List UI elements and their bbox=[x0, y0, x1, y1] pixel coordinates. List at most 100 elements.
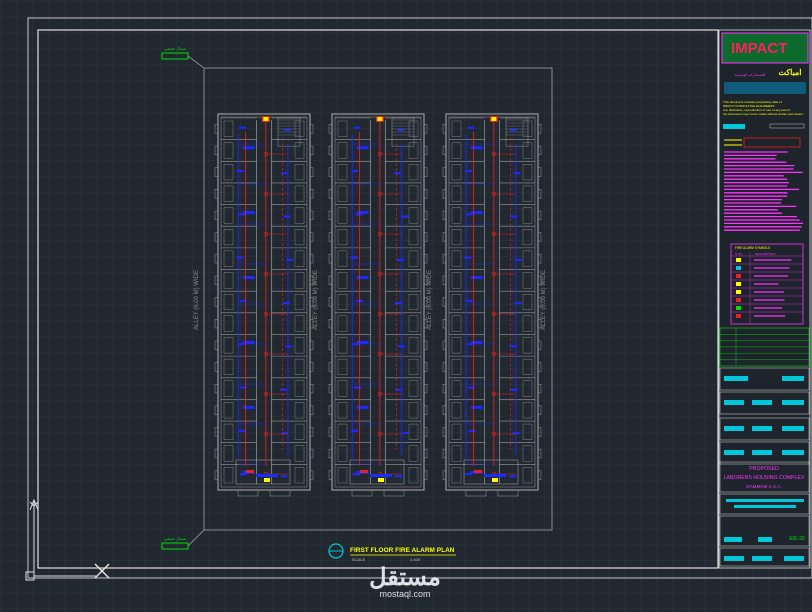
alarm-device bbox=[356, 211, 369, 215]
alarm-device bbox=[242, 276, 255, 280]
alarm-device bbox=[468, 429, 476, 432]
alarm-device bbox=[242, 405, 255, 409]
legend-symbol bbox=[736, 290, 741, 294]
drawing-title-field bbox=[726, 499, 804, 502]
bottom-device bbox=[484, 474, 506, 477]
alarm-device bbox=[510, 128, 518, 132]
plan-title: FIRST FLOOR FIRE ALARM PLAN bbox=[350, 547, 455, 554]
alarm-device bbox=[397, 128, 405, 132]
alarm-device bbox=[236, 256, 244, 259]
alarm-device bbox=[470, 146, 483, 150]
legend-symbol bbox=[736, 298, 741, 302]
watermark-arabic: مستقل bbox=[369, 564, 441, 591]
alarm-device bbox=[356, 146, 369, 150]
legend-title: FIRE ALARM SYMBOLS bbox=[735, 246, 770, 250]
alarm-device bbox=[283, 215, 291, 218]
project-line-2: LABORERS HOUSING COMPLEX bbox=[724, 475, 805, 481]
title-block: IMPACT امباكت للاستشارات الهندسية This d… bbox=[718, 29, 811, 569]
alarm-device bbox=[356, 405, 369, 409]
alarm-device bbox=[242, 340, 255, 344]
watermark-latin: mostaql.com bbox=[379, 589, 430, 599]
alarm-device bbox=[353, 126, 361, 129]
bottom-device bbox=[360, 470, 368, 473]
plan-scale-value: 1:100 bbox=[410, 557, 421, 562]
alarm-device bbox=[510, 388, 518, 391]
alley-label-1: ALLEY (6.00 M) WIDE bbox=[194, 270, 200, 330]
info-field bbox=[782, 450, 804, 455]
alarm-device bbox=[470, 340, 483, 344]
logo-color-band bbox=[724, 82, 806, 94]
fire-alarm-panel-face bbox=[263, 117, 269, 121]
alarm-device bbox=[396, 258, 404, 261]
alarm-device bbox=[509, 475, 517, 478]
alarm-device bbox=[238, 429, 246, 432]
notice-line-4: the document may not be made without wri… bbox=[723, 112, 804, 116]
alarm-device bbox=[393, 172, 401, 175]
alarm-device bbox=[283, 128, 291, 132]
alarm-device bbox=[467, 126, 475, 129]
footer-field bbox=[784, 556, 804, 561]
sheet-number: E/E-20 bbox=[789, 536, 805, 542]
sheet-field bbox=[724, 537, 742, 542]
bottom-device bbox=[246, 470, 254, 473]
legend-symbol bbox=[736, 266, 741, 270]
alarm-device bbox=[279, 388, 287, 391]
legend-symbol bbox=[736, 258, 741, 262]
footer-field bbox=[752, 556, 772, 561]
drawing-title-field bbox=[734, 505, 796, 508]
alarm-device bbox=[236, 169, 244, 173]
alarm-device bbox=[238, 126, 246, 129]
bottom-panel bbox=[378, 478, 384, 482]
legend-symbol bbox=[736, 282, 741, 286]
north-tag-top-label: شمال حقيقي bbox=[164, 46, 187, 51]
legend-symbol bbox=[736, 306, 741, 310]
alarm-device bbox=[394, 302, 402, 305]
legend-symbol bbox=[736, 274, 741, 278]
alarm-device bbox=[285, 345, 293, 348]
alley-label-3: ALLEY (6.00 M) WIDE bbox=[427, 270, 433, 330]
info-field bbox=[724, 376, 748, 381]
legend-header-desc: DESCRIPTION bbox=[755, 252, 776, 256]
alarm-device bbox=[356, 340, 369, 344]
alarm-device bbox=[470, 405, 483, 409]
alarm-device bbox=[464, 256, 472, 259]
legend-header-sym: SYM bbox=[735, 252, 742, 256]
bottom-device bbox=[370, 474, 392, 477]
bottom-panel bbox=[492, 478, 498, 482]
alarm-device bbox=[242, 211, 255, 215]
info-field bbox=[724, 426, 744, 431]
alarm-device bbox=[395, 475, 403, 478]
north-tag-bottom-label: شمال حقيقي bbox=[164, 536, 187, 541]
alarm-device bbox=[513, 172, 521, 175]
fire-alarm-panel-face bbox=[377, 117, 383, 121]
arabic-logo-sub: للاستشارات الهندسية bbox=[735, 72, 766, 77]
alarm-device bbox=[470, 211, 483, 215]
fire-alarm-panel-face bbox=[491, 117, 497, 121]
info-field bbox=[724, 400, 744, 405]
alarm-device bbox=[356, 276, 369, 280]
arabic-logo: امباكت bbox=[778, 68, 801, 77]
project-line-3: DAMMAM K.S.A. bbox=[746, 484, 781, 489]
alley-label-4: ALLEY (6.00 M) WIDE bbox=[541, 270, 547, 330]
legend-symbol bbox=[736, 314, 741, 318]
info-field bbox=[724, 450, 744, 455]
plan-scale-label: SCALE bbox=[352, 557, 365, 562]
bottom-device bbox=[474, 470, 482, 473]
info-field bbox=[752, 400, 772, 405]
alarm-device bbox=[470, 276, 483, 280]
company-logo: IMPACT bbox=[731, 40, 787, 57]
alarm-device bbox=[350, 256, 358, 259]
notice-stamp bbox=[723, 124, 745, 129]
cad-drawing-canvas[interactable]: شمال حقيقي شمال حقيقي ALLEY (6.00 M) WID… bbox=[0, 0, 812, 612]
info-field bbox=[752, 426, 772, 431]
watermark: مستقل mostaql.com bbox=[369, 564, 441, 599]
alarm-device bbox=[397, 345, 405, 348]
alley-label-2: ALLEY (6.00 M) WIDE bbox=[313, 270, 319, 330]
info-field bbox=[782, 400, 804, 405]
info-field bbox=[782, 426, 804, 431]
alarm-device bbox=[282, 302, 290, 305]
info-field bbox=[752, 450, 772, 455]
bottom-panel bbox=[264, 478, 270, 482]
alarm-device bbox=[242, 146, 255, 150]
grid bbox=[0, 0, 812, 612]
